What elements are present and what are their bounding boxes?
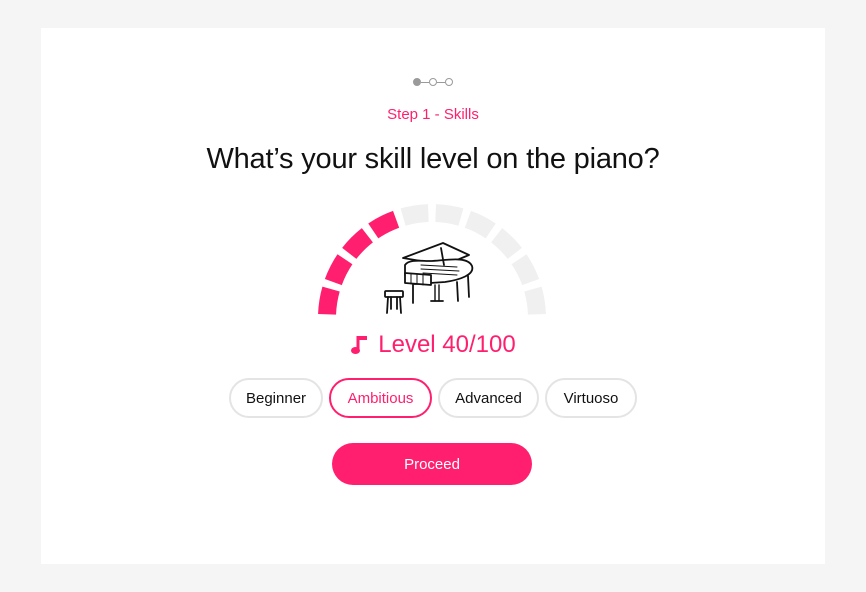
- step-connector: [437, 81, 445, 83]
- step-label: Step 1 - Skills: [387, 106, 479, 123]
- gauge-segment-empty: [464, 210, 496, 239]
- gauge-segment-empty: [490, 228, 522, 260]
- proceed-button[interactable]: Proceed: [332, 443, 532, 485]
- option-advanced[interactable]: Advanced: [438, 378, 539, 418]
- step-connector: [421, 81, 429, 83]
- gauge-segment-filled: [368, 210, 400, 239]
- gauge-segment-filled: [318, 286, 340, 315]
- step-dot-2: [429, 78, 437, 86]
- skill-level-gauge: [317, 203, 547, 321]
- step-dot-1: [413, 78, 421, 86]
- gauge-segment-filled: [342, 228, 374, 260]
- music-note-icon: [351, 336, 368, 354]
- option-ambitious[interactable]: Ambitious: [329, 378, 432, 418]
- step-dot-3: [445, 78, 453, 86]
- grand-piano-icon: [384, 242, 474, 314]
- step-progress-indicator: [41, 78, 825, 86]
- option-virtuoso[interactable]: Virtuoso: [545, 378, 637, 418]
- gauge-segment-empty: [435, 204, 464, 226]
- level-indicator: Level 40/100: [41, 331, 825, 359]
- skill-level-card: Step 1 - Skills What’s your skill level …: [41, 28, 825, 564]
- level-label: Level 40/100: [378, 331, 516, 358]
- gauge-segment-empty: [400, 204, 429, 226]
- page-title: What’s your skill level on the piano?: [206, 143, 660, 175]
- gauge-svg: [318, 204, 546, 315]
- gauge-segment-filled: [324, 254, 353, 286]
- gauge-segment-empty: [511, 254, 540, 286]
- gauge-segment-empty: [524, 286, 546, 315]
- skill-options: Beginner Ambitious Advanced Virtuoso: [41, 378, 825, 418]
- option-beginner[interactable]: Beginner: [229, 378, 323, 418]
